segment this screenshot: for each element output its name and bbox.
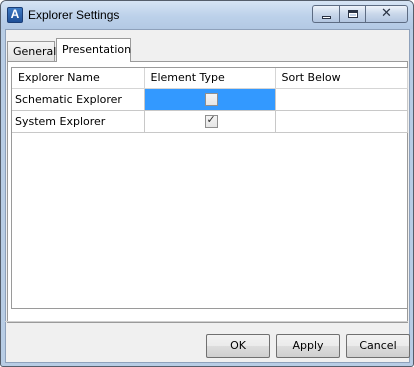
column-header-explorer-name[interactable]: Explorer Name xyxy=(12,68,145,89)
sort-below-cell[interactable] xyxy=(275,110,408,133)
footer-divider xyxy=(5,321,408,322)
maximize-icon xyxy=(348,10,358,18)
column-header-element-type[interactable]: Element Type xyxy=(144,68,276,89)
caption-buttons: ✕ xyxy=(312,5,408,23)
checkmark-icon: ✓ xyxy=(206,112,216,126)
explorer-grid: Explorer Name Element Type Sort Below Sc… xyxy=(11,67,408,309)
presentation-panel: Explorer Name Element Type Sort Below Sc… xyxy=(7,61,408,323)
window-title: Explorer Settings xyxy=(28,8,120,22)
ok-button[interactable]: OK xyxy=(206,334,270,358)
maximize-button[interactable] xyxy=(339,5,365,23)
tab-general[interactable]: General xyxy=(7,41,56,61)
explorer-name-cell[interactable]: Schematic Explorer xyxy=(12,88,145,111)
title-bar[interactable]: A Explorer Settings ✕ xyxy=(1,1,413,29)
close-icon: ✕ xyxy=(381,6,392,21)
app-logo-icon: A xyxy=(7,7,23,23)
table-row[interactable]: Schematic Explorer xyxy=(12,88,408,111)
explorer-settings-dialog: A Explorer Settings ✕ General Presentati… xyxy=(0,0,414,367)
cancel-button[interactable]: Cancel xyxy=(346,334,410,358)
grid-header-row: Explorer Name Element Type Sort Below xyxy=(12,68,408,89)
element-type-cell[interactable] xyxy=(144,88,276,111)
explorer-name-cell[interactable]: System Explorer xyxy=(12,110,145,133)
minimize-button[interactable] xyxy=(312,5,339,23)
apply-button[interactable]: Apply xyxy=(276,334,340,358)
table-row[interactable]: System Explorer ✓ xyxy=(12,110,408,133)
column-header-sort-below[interactable]: Sort Below xyxy=(275,68,408,89)
element-type-checkbox[interactable] xyxy=(204,92,218,106)
tab-presentation[interactable]: Presentation xyxy=(56,38,131,62)
close-button[interactable]: ✕ xyxy=(365,5,408,23)
minimize-icon xyxy=(322,16,331,19)
element-type-cell[interactable]: ✓ xyxy=(144,110,276,133)
dialog-body: General Presentation Explorer Name Eleme… xyxy=(5,29,410,363)
sort-below-cell[interactable] xyxy=(275,88,408,111)
app-logo-letter: A xyxy=(10,7,20,21)
element-type-checkbox[interactable]: ✓ xyxy=(204,112,218,128)
